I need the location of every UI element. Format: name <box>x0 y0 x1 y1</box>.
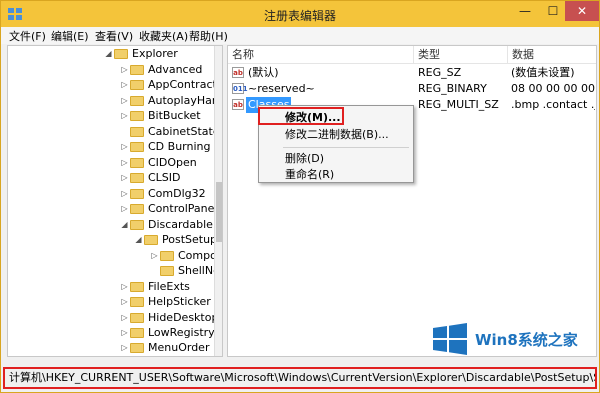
registry-values-list[interactable]: 名称 类型 数据 ab (默认) REG_SZ (数值未设置) 011 ~res… <box>227 45 597 357</box>
folder-icon <box>130 297 144 307</box>
folder-icon <box>130 127 144 137</box>
tree-vertical-scrollbar[interactable] <box>214 46 222 356</box>
expand-arrow-icon[interactable]: ▷ <box>120 139 129 155</box>
annotation-highlight-box <box>258 107 344 125</box>
status-bar-path: 计算机\HKEY_CURRENT_USER\Software\Microsoft… <box>3 367 597 389</box>
folder-icon <box>130 189 144 199</box>
menu-file[interactable]: 文件(F) <box>9 28 46 44</box>
value-type: REG_MULTI_SZ <box>418 98 499 111</box>
value-name: (默认) <box>248 66 279 79</box>
watermark: Win8系统之家 <box>431 323 600 357</box>
column-header-name[interactable]: 名称 <box>228 46 414 64</box>
folder-icon <box>130 96 144 106</box>
expand-arrow-icon[interactable]: ▷ <box>120 93 129 109</box>
menu-bar: 文件(F) 编辑(E) 查看(V) 收藏夹(A) 帮助(H) <box>1 27 599 44</box>
expand-arrow-icon[interactable]: ▷ <box>120 279 129 295</box>
scrollbar-thumb[interactable] <box>216 182 222 242</box>
value-type: REG_SZ <box>418 66 462 79</box>
menu-separator <box>283 147 409 148</box>
binary-value-icon: 011 <box>232 83 248 94</box>
folder-icon <box>160 251 174 261</box>
folder-icon <box>130 173 144 183</box>
folder-icon <box>130 220 144 230</box>
expand-arrow-icon[interactable]: ▷ <box>120 62 129 78</box>
column-header-row: 名称 类型 数据 <box>228 46 596 64</box>
expand-arrow-icon[interactable]: ▷ <box>120 186 129 202</box>
value-type: REG_BINARY <box>418 82 487 95</box>
collapse-arrow-icon[interactable]: ◢ <box>104 46 113 62</box>
title-bar[interactable]: 注册表编辑器 — ☐ ✕ <box>1 1 599 27</box>
string-value-icon: ab <box>232 67 244 78</box>
expand-arrow-icon[interactable]: ▷ <box>120 77 129 93</box>
expand-arrow-icon[interactable]: ▷ <box>120 170 129 186</box>
folder-icon <box>130 328 144 338</box>
window-title: 注册表编辑器 <box>263 9 336 23</box>
folder-icon <box>160 266 174 276</box>
expand-arrow-icon[interactable]: ▷ <box>150 248 159 264</box>
expand-arrow-icon[interactable]: ▷ <box>120 325 129 341</box>
collapse-arrow-icon[interactable]: ◢ <box>120 217 129 233</box>
column-header-data[interactable]: 数据 <box>508 46 596 64</box>
maximize-button[interactable]: ☐ <box>539 1 567 21</box>
folder-icon <box>130 158 144 168</box>
value-row[interactable]: ab (默认) REG_SZ (数值未设置) <box>228 65 596 81</box>
folder-icon <box>130 282 144 292</box>
folder-icon <box>130 313 144 323</box>
value-data: 08 00 00 00 00 00 <box>511 82 595 95</box>
expand-arrow-icon[interactable]: ▷ <box>120 201 129 217</box>
windows-logo-icon <box>433 323 467 355</box>
collapse-arrow-icon[interactable]: ◢ <box>134 232 143 248</box>
menu-view[interactable]: 查看(V) <box>95 28 133 44</box>
watermark-text: Win8系统之家 <box>475 331 578 349</box>
expand-arrow-icon[interactable]: ▷ <box>120 108 129 124</box>
registry-editor-window: 注册表编辑器 — ☐ ✕ 文件(F) 编辑(E) 查看(V) 收藏夹(A) 帮助… <box>0 0 600 393</box>
minimize-button[interactable]: — <box>511 1 539 21</box>
expand-arrow-icon[interactable]: ▷ <box>120 294 129 310</box>
folder-icon <box>130 343 144 353</box>
value-data: .bmp .contact .jnt <box>511 98 595 111</box>
menu-edit[interactable]: 编辑(E) <box>51 28 89 44</box>
folder-icon <box>130 204 144 214</box>
folder-icon <box>130 65 144 75</box>
menu-item-modify-binary[interactable]: 修改二进制数据(B)... <box>285 127 389 143</box>
registry-key-tree[interactable]: ◢ Explorer ▷ Advanced ▷ AppContract ▷ Au… <box>7 45 223 357</box>
folder-icon <box>130 80 144 90</box>
menu-item-delete[interactable]: 删除(D) <box>285 151 324 167</box>
menu-favorites[interactable]: 收藏夹(A) <box>139 28 188 44</box>
folder-icon <box>130 142 144 152</box>
string-value-icon: ab <box>232 99 244 110</box>
folder-icon <box>130 111 144 121</box>
menu-help[interactable]: 帮助(H) <box>189 28 228 44</box>
column-header-type[interactable]: 类型 <box>414 46 508 64</box>
expand-arrow-icon[interactable]: ▷ <box>120 310 129 326</box>
value-data: (数值未设置) <box>511 66 575 79</box>
folder-icon <box>114 49 128 59</box>
close-button[interactable]: ✕ <box>565 1 599 21</box>
expand-arrow-icon[interactable]: ▷ <box>120 340 129 356</box>
expand-arrow-icon[interactable]: ▷ <box>120 155 129 171</box>
value-name: ~reserved~ <box>248 82 315 95</box>
menu-item-rename[interactable]: 重命名(R) <box>285 167 334 183</box>
folder-icon <box>144 235 158 245</box>
value-row[interactable]: 011 ~reserved~ REG_BINARY 08 00 00 00 00… <box>228 81 596 97</box>
